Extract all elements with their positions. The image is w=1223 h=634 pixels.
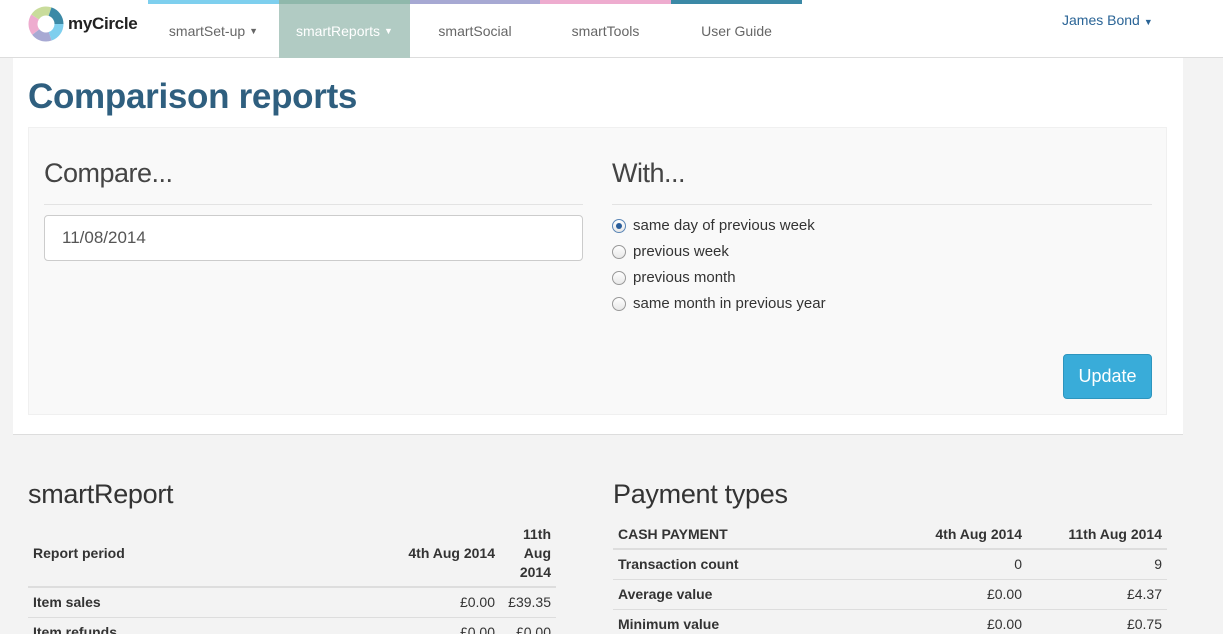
caret-down-icon: ▼ bbox=[249, 26, 259, 36]
nav-item-user-guide[interactable]: User Guide bbox=[671, 0, 802, 58]
user-name: James Bond bbox=[1062, 12, 1140, 28]
row-label: Minimum value bbox=[613, 608, 887, 634]
with-heading: With... bbox=[612, 158, 686, 188]
smartreport-heading: smartReport bbox=[28, 479, 174, 509]
update-button[interactable]: Update bbox=[1063, 354, 1152, 399]
cell-value: £39.35 bbox=[500, 586, 556, 617]
caret-down-icon: ▼ bbox=[384, 26, 393, 36]
nav-item-label: smartSet-up bbox=[168, 23, 246, 39]
payment-types-heading: Payment types bbox=[613, 479, 788, 509]
nav-item-smarttools[interactable]: smartTools bbox=[540, 0, 671, 58]
column-header: 11th Aug 2014 bbox=[500, 520, 556, 588]
user-menu[interactable]: James Bond ▼ bbox=[1062, 12, 1153, 28]
radio-label: same month in previous year bbox=[633, 295, 826, 312]
column-header: Report period bbox=[28, 520, 390, 588]
mycircle-logo-icon bbox=[28, 6, 64, 42]
column-header: 11th Aug 2014 bbox=[1027, 520, 1167, 550]
table-row: Minimum value £0.00 £0.75 bbox=[613, 608, 1167, 634]
radio-checked-icon[interactable] bbox=[612, 218, 626, 233]
row-label: Average value bbox=[613, 578, 887, 609]
column-header: 4th Aug 2014 bbox=[390, 520, 500, 588]
radio-label: previous week bbox=[633, 243, 729, 260]
nav-item-label: User Guide bbox=[701, 23, 772, 39]
cell-value: 9 bbox=[1027, 548, 1167, 579]
nav-item-smartreports[interactable]: smartReports ▼ bbox=[279, 0, 410, 58]
radio-previous-month[interactable]: previous month bbox=[612, 269, 736, 286]
radio-label: previous month bbox=[633, 269, 736, 286]
comparison-form bbox=[28, 127, 1167, 415]
cell-value: £0.00 bbox=[887, 578, 1027, 609]
nav-item-label: smartReports bbox=[296, 23, 381, 39]
cell-value: £0.75 bbox=[1027, 608, 1167, 634]
top-navbar: myCircle smartSet-up ▼ smartReports ▼ smar… bbox=[0, 0, 1223, 58]
row-label: Item refunds bbox=[28, 616, 390, 634]
divider bbox=[44, 204, 583, 205]
smartreport-table: Report period 4th Aug 2014 11th Aug 2014… bbox=[28, 520, 556, 634]
table-header-row: Report period 4th Aug 2014 11th Aug 2014 bbox=[28, 520, 556, 588]
table-row: Item refunds £0.00 £0.00 bbox=[28, 616, 556, 634]
radio-unchecked-icon[interactable] bbox=[612, 244, 626, 259]
divider bbox=[612, 204, 1152, 205]
column-header: CASH PAYMENT bbox=[613, 520, 887, 550]
nav-item-label: smartTools bbox=[571, 23, 640, 39]
cell-value: £0.00 bbox=[390, 586, 500, 617]
radio-previous-week[interactable]: previous week bbox=[612, 243, 729, 260]
row-label: Transaction count bbox=[613, 548, 887, 579]
radio-unchecked-icon[interactable] bbox=[612, 270, 626, 285]
radio-same-month-previous-year[interactable]: same month in previous year bbox=[612, 295, 826, 312]
radio-same-day-previous-week[interactable]: same day of previous week bbox=[612, 217, 815, 234]
table-row: Transaction count 0 9 bbox=[613, 548, 1167, 579]
nav-item-smartsocial[interactable]: smartSocial bbox=[410, 0, 540, 58]
payment-types-table: CASH PAYMENT 4th Aug 2014 11th Aug 2014 … bbox=[613, 520, 1167, 634]
cell-value: 0 bbox=[887, 548, 1027, 579]
row-label: Item sales bbox=[28, 586, 390, 617]
compare-heading: Compare... bbox=[44, 158, 173, 188]
compare-date-input[interactable] bbox=[44, 215, 583, 261]
cell-value: £0.00 bbox=[500, 616, 556, 634]
brand-logo[interactable]: myCircle bbox=[28, 6, 138, 42]
brand-name: myCircle bbox=[68, 14, 138, 33]
cell-value: £0.00 bbox=[887, 608, 1027, 634]
table-row: Item sales £0.00 £39.35 bbox=[28, 586, 556, 617]
radio-label: same day of previous week bbox=[633, 217, 815, 234]
column-header: 4th Aug 2014 bbox=[887, 520, 1027, 550]
cell-value: £4.37 bbox=[1027, 578, 1167, 609]
radio-unchecked-icon[interactable] bbox=[612, 296, 626, 311]
page-title: Comparison reports bbox=[28, 77, 358, 116]
table-row: Average value £0.00 £4.37 bbox=[613, 578, 1167, 609]
table-header-row: CASH PAYMENT 4th Aug 2014 11th Aug 2014 bbox=[613, 520, 1167, 550]
caret-down-icon: ▼ bbox=[1143, 17, 1153, 27]
nav-item-smartsetup[interactable]: smartSet-up ▼ bbox=[148, 0, 279, 58]
nav-item-label: smartSocial bbox=[438, 23, 512, 39]
cell-value: £0.00 bbox=[390, 616, 500, 634]
